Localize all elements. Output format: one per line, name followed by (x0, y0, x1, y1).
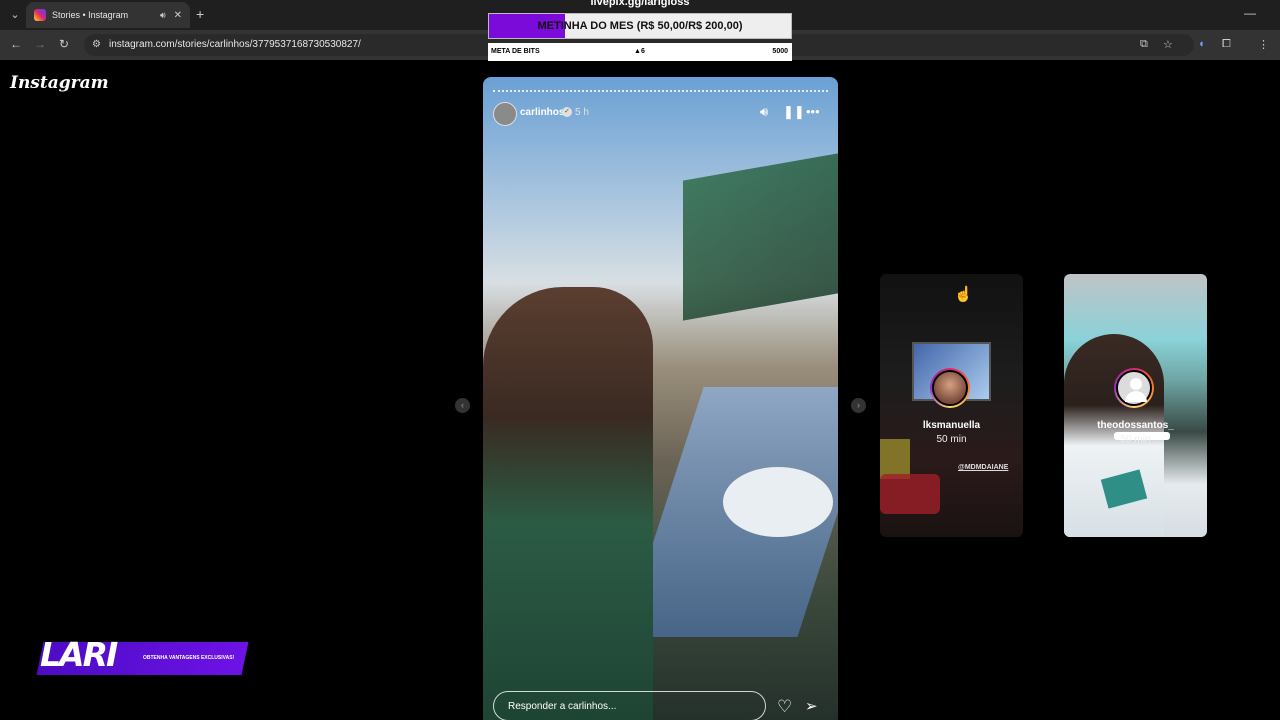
story-media-plate (723, 467, 833, 537)
preview-username: lksmanuella (922, 420, 981, 431)
preview-mention-tag: @MDMDAIANE (958, 464, 1009, 471)
preview-media-lamp (880, 439, 910, 479)
bits-goal-bar: META DE BITS ▲6 5000 (488, 43, 792, 61)
site-settings-icon[interactable]: ⚙ (92, 39, 101, 50)
story-progress-bar (493, 90, 828, 94)
story-viewer[interactable]: carlinhos ✓ 5 h 🔊︎ ❚❚ ••• ♡ ➢ (483, 77, 838, 720)
avatar-body-shape (1125, 391, 1147, 402)
mute-speaker-icon[interactable]: 🔊︎ (760, 104, 768, 120)
speaker-icon[interactable]: 🔊︎ (160, 10, 166, 21)
next-story-chevron-icon[interactable]: › (851, 398, 866, 413)
avatar (932, 370, 968, 406)
more-options-icon[interactable]: ••• (806, 104, 820, 119)
default-avatar-icon (1116, 370, 1152, 406)
bookmark-star-icon[interactable]: ☆ (1163, 38, 1173, 51)
extensions-puzzle-icon[interactable]: ⧠ (1222, 38, 1231, 51)
goal-progress-bar: METINHA DO MES (R$ 50,00/R$ 200,00) (488, 13, 792, 39)
preview-avatar-ring (1114, 368, 1154, 408)
streamer-logo: LARI (40, 635, 118, 674)
forward-arrow-icon[interactable]: → (34, 37, 46, 51)
bits-target: 5000 (772, 48, 788, 55)
preview-media-chair (880, 474, 940, 514)
close-icon[interactable]: ✕ (174, 10, 182, 21)
tab-search-icon[interactable]: ⌄ (6, 6, 24, 24)
back-arrow-icon[interactable]: ← (10, 37, 22, 51)
story-timestamp: 5 h (575, 107, 589, 118)
hand-cursor-icon: ☝ (954, 286, 973, 303)
menu-kebab-icon[interactable]: ⋮ (1258, 38, 1269, 51)
tab-title: Stories • Instagram (52, 10, 129, 20)
pause-icon[interactable]: ❚❚ (783, 104, 805, 120)
browser-tab-instagram[interactable]: Stories • Instagram 🔊︎ ✕ (26, 2, 190, 28)
preview-time: 50 min (936, 434, 967, 445)
send-icon[interactable]: ➢ (805, 697, 818, 715)
story-preview-theodossantos[interactable]: theodossantos_ 50 min (1064, 274, 1207, 537)
reply-input[interactable] (493, 691, 766, 720)
warning-triangle-icon: ▲ (634, 48, 641, 55)
livepix-url: livepix.gg/larigloss (590, 0, 690, 8)
window-minimize-icon[interactable]: — (1244, 6, 1256, 20)
story-media-background (683, 153, 838, 321)
streamer-tagline: OBTENHA VANTAGENS EXCLUSIVAS! (143, 655, 235, 661)
story-username[interactable]: carlinhos (520, 107, 564, 118)
preview-username: theodossantos_ (1097, 420, 1174, 431)
story-media-person (483, 287, 653, 720)
avatar-head-shape (1130, 378, 1142, 390)
preview-avatar-ring (930, 368, 970, 408)
verified-badge-icon: ✓ (562, 107, 572, 117)
bits-count: ▲6 (634, 48, 645, 55)
preview-time: 50 min (1120, 434, 1151, 445)
avatar[interactable] (493, 102, 517, 126)
story-preview-lksmanuella[interactable]: @MDMDAIANE lksmanuella 50 min (880, 274, 1023, 537)
reload-icon[interactable]: ↻ (59, 37, 69, 51)
instagram-favicon-icon (34, 9, 46, 21)
goal-label: METINHA DO MES (R$ 50,00/R$ 200,00) (537, 20, 743, 32)
previous-story-chevron-icon[interactable]: ‹ (455, 398, 470, 413)
instagram-logo[interactable]: Instagram (10, 73, 109, 93)
like-heart-icon[interactable]: ♡ (777, 697, 792, 717)
url-text[interactable]: instagram.com/stories/carlinhos/37795371… (109, 39, 361, 50)
install-app-icon[interactable]: ⧉ (1140, 38, 1148, 51)
extension-audio-icon[interactable]: ◖ (1198, 38, 1205, 50)
bits-label: META DE BITS (491, 48, 540, 55)
new-tab-plus-icon[interactable]: + (196, 6, 204, 22)
